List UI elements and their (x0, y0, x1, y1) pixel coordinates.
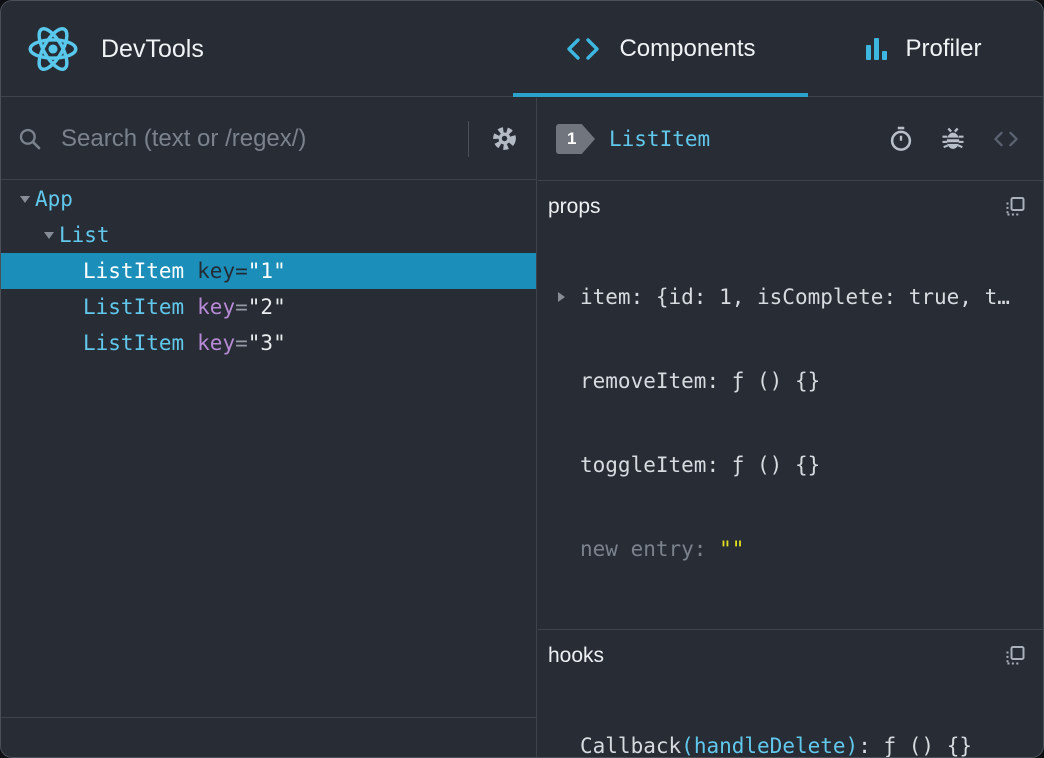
app-title: DevTools (101, 1, 204, 97)
tab-components[interactable]: Components (513, 1, 808, 97)
prop-row-new-entry: new entry (548, 531, 1027, 567)
expander-down-icon[interactable] (39, 232, 59, 239)
inspector-header: 1 ListItem (538, 98, 1043, 181)
new-entry-value[interactable] (719, 537, 744, 561)
hooks-section-title: hooks (548, 644, 604, 668)
hooks-section: hooks CallbackhandleDelete ƒ () {} Callba… (538, 630, 1043, 758)
copy-props-button[interactable] (1003, 195, 1027, 219)
prop-name: item (580, 285, 656, 309)
new-entry-name[interactable]: new entry (580, 537, 719, 561)
tree-row-app[interactable]: App (1, 181, 536, 217)
selected-component-name: ListItem (609, 127, 710, 151)
search-input[interactable] (61, 125, 460, 153)
tab-profiler[interactable]: Profiler (829, 1, 1019, 97)
stopwatch-icon (887, 125, 915, 153)
key-label: key (197, 331, 235, 355)
prop-name: toggleItem (580, 453, 732, 477)
tree-footer-strip (1, 717, 536, 757)
hook-value: ƒ () {} (883, 734, 972, 758)
top-bar: DevTools Components Profiler (1, 1, 1043, 97)
copy-icon (1003, 644, 1027, 668)
key-attribute: key3 (197, 331, 286, 355)
gear-icon (489, 123, 520, 154)
component-name: ListItem (83, 331, 184, 355)
props-section-title: props (548, 195, 601, 219)
react-logo-icon (27, 23, 79, 75)
copy-icon (1003, 195, 1027, 219)
code-brackets-icon (565, 36, 601, 62)
search-divider (468, 121, 469, 157)
component-name: App (35, 187, 73, 211)
expander-right-icon[interactable] (558, 292, 580, 302)
prop-row-item[interactable]: item{id: 1, isComplete: true, t… (548, 279, 1027, 315)
expander-down-icon[interactable] (15, 196, 35, 203)
tree-row-listitem-3[interactable]: ListItem key3 (1, 325, 536, 361)
hook-row-handledelete: CallbackhandleDelete ƒ () {} (548, 728, 1027, 758)
prop-value: ƒ () {} (732, 453, 821, 477)
props-section: props item{id: 1, isComplete: true, t… r… (538, 181, 1043, 630)
component-name: ListItem (83, 295, 184, 319)
hook-name: handleDelete (681, 734, 858, 758)
component-tree: App List ListItem key1 ListItem key2 ListI… (1, 181, 536, 717)
search-bar (1, 98, 536, 180)
tree-row-listitem-1[interactable]: ListItem key1 (1, 253, 536, 289)
search-icon (17, 126, 43, 152)
prop-row-toggleitem: toggleItemƒ () {} (548, 447, 1027, 483)
prop-value: ƒ () {} (732, 369, 821, 393)
settings-gear-button[interactable] (489, 123, 520, 154)
key-label: key (197, 295, 235, 319)
element-count-badge: 1 (556, 124, 595, 154)
bar-chart-icon (866, 38, 887, 60)
component-name: List (59, 223, 110, 247)
prop-name: removeItem (580, 369, 732, 393)
tree-row-list[interactable]: List (1, 217, 536, 253)
suspend-timer-button[interactable] (887, 125, 915, 153)
tree-row-listitem-2[interactable]: ListItem key2 (1, 289, 536, 325)
inspector-panel: 1 ListItem (538, 98, 1043, 757)
component-tree-panel: App List ListItem key1 ListItem key2 ListI… (1, 98, 537, 757)
prop-value: {id: 1, isComplete: true, t… (656, 285, 1010, 309)
active-tab-underline (513, 93, 808, 97)
prop-row-removeitem: removeItemƒ () {} (548, 363, 1027, 399)
copy-hooks-button[interactable] (1003, 644, 1027, 668)
key-attribute: key2 (197, 295, 286, 319)
tab-components-label: Components (619, 35, 755, 63)
code-brackets-icon (991, 127, 1021, 151)
bug-icon (939, 125, 967, 153)
inspect-dom-button[interactable] (939, 125, 967, 153)
component-name: ListItem (83, 259, 184, 283)
tab-profiler-label: Profiler (905, 35, 981, 63)
devtools-window: DevTools Components Profiler (0, 0, 1044, 758)
key-label: key (197, 259, 235, 283)
key-attribute: key1 (197, 259, 286, 283)
hook-type: Callback (580, 734, 681, 758)
view-source-button[interactable] (991, 127, 1021, 151)
